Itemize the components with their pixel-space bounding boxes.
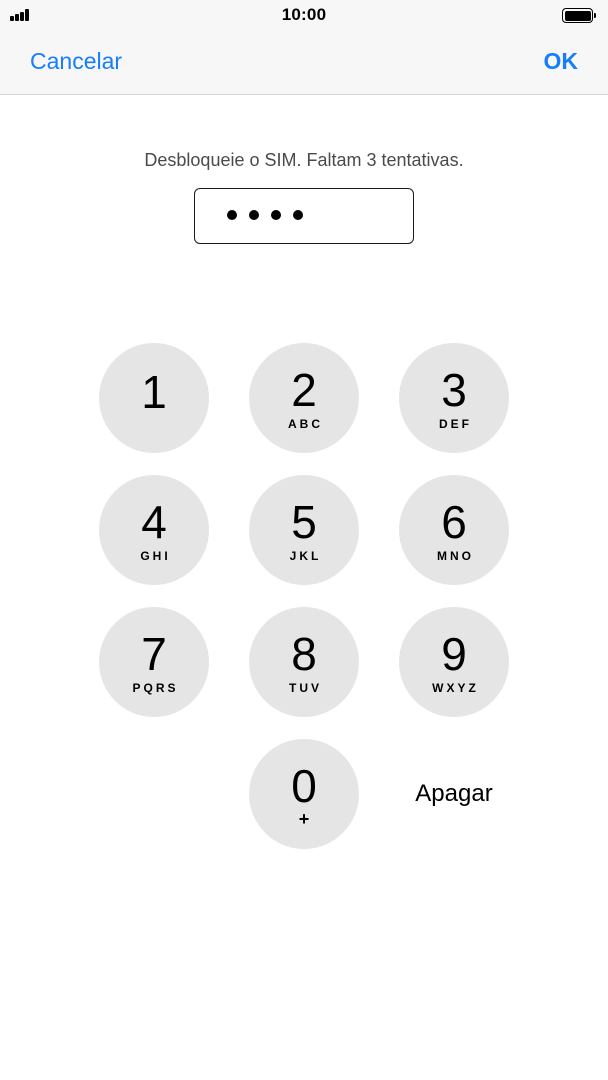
key-9[interactable]: 9 WXYZ [399, 607, 509, 717]
key-1[interactable]: 1 [99, 343, 209, 453]
sim-unlock-screen: 10:00 Cancelar OK Desbloqueie o SIM. Fal… [0, 0, 608, 1080]
key-letters: JKL [289, 549, 322, 563]
battery-full-icon [562, 8, 596, 23]
pin-input[interactable] [194, 188, 414, 244]
key-2[interactable]: 2 ABC [249, 343, 359, 453]
key-letters: GHI [140, 549, 171, 563]
key-digit: 6 [441, 496, 467, 548]
key-digit: 7 [141, 628, 167, 680]
key-letters: PQRS [132, 681, 179, 695]
key-digit: 1 [141, 366, 167, 418]
key-letters: ABC [288, 417, 323, 431]
key-6[interactable]: 6 MNO [399, 475, 509, 585]
cancel-button[interactable]: Cancelar [30, 48, 122, 75]
key-digit: 8 [291, 628, 317, 680]
key-7[interactable]: 7 PQRS [99, 607, 209, 717]
key-digit: 4 [141, 496, 167, 548]
key-5[interactable]: 5 JKL [249, 475, 359, 585]
pin-dot [227, 210, 237, 220]
pin-dot [271, 210, 281, 220]
key-4[interactable]: 4 GHI [99, 475, 209, 585]
key-8[interactable]: 8 TUV [249, 607, 359, 717]
key-plus: + [298, 809, 310, 829]
navigation-bar: Cancelar OK [0, 30, 608, 95]
key-digit: 3 [441, 364, 467, 416]
pin-dot [293, 210, 303, 220]
status-bar: 10:00 [0, 0, 608, 30]
key-letters: MNO [437, 549, 474, 563]
key-digit: 5 [291, 496, 317, 548]
key-letters: DEF [439, 417, 472, 431]
key-letters: TUV [289, 681, 322, 695]
key-digit: 2 [291, 364, 317, 416]
key-digit: 0 [291, 760, 317, 812]
key-digit: 9 [441, 628, 467, 680]
pin-dot [249, 210, 259, 220]
delete-button[interactable]: Apagar [399, 739, 509, 849]
status-time: 10:00 [281, 5, 327, 24]
key-3[interactable]: 3 DEF [399, 343, 509, 453]
sim-unlock-prompt: Desbloqueie o SIM. Faltam 3 tentativas. [144, 150, 464, 170]
key-letters: WXYZ [432, 681, 479, 695]
ok-button[interactable]: OK [544, 48, 579, 75]
pin-dots [227, 210, 303, 220]
key-0[interactable]: 0 + [249, 739, 359, 849]
